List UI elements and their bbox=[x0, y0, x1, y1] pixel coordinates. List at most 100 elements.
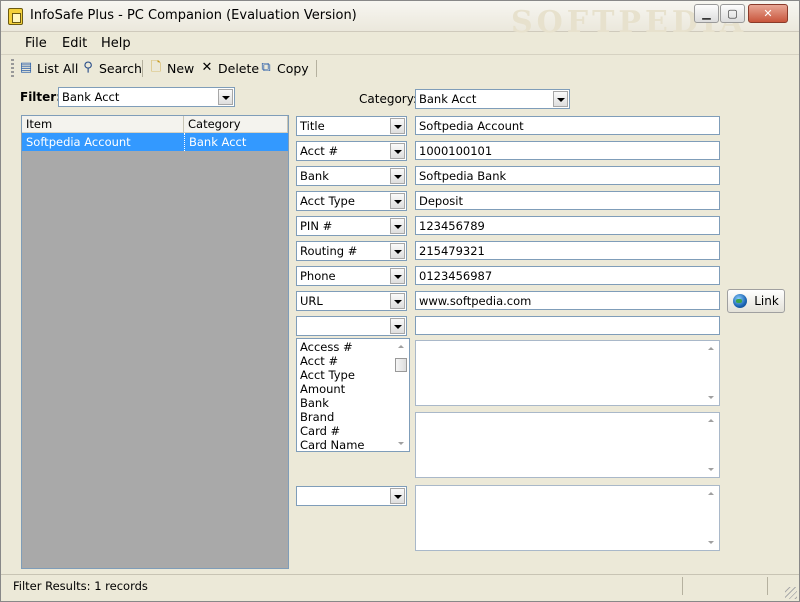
field-name-dropdown-acct[interactable]: Acct # bbox=[296, 141, 407, 161]
new-label: New bbox=[167, 60, 195, 76]
field-name-dropdown-acct-type[interactable]: Acct Type bbox=[296, 191, 407, 211]
search-label: Search bbox=[99, 60, 142, 76]
list-header: Item Category bbox=[22, 116, 288, 133]
field-name-listbox[interactable]: Access # Acct # Acct Type Amount Bank Br… bbox=[296, 338, 410, 452]
list-item[interactable]: Card # bbox=[300, 424, 340, 438]
notes-scrollbar[interactable] bbox=[704, 413, 719, 477]
chevron-down-icon[interactable] bbox=[390, 218, 405, 234]
list-item[interactable]: Bank bbox=[300, 396, 329, 410]
field-value-routing[interactable]: 215479321 bbox=[415, 241, 720, 260]
toolbar: ▤ List All ⚲ Search 🗋 New ✕ Delete ⧉ Cop… bbox=[1, 54, 799, 80]
status-text: Filter Results: 1 records bbox=[13, 579, 148, 593]
field-value-bank[interactable]: Softpedia Bank bbox=[415, 166, 720, 185]
delete-x-icon: ✕ bbox=[201, 60, 213, 75]
notes-area-3[interactable] bbox=[415, 485, 720, 551]
field-value-url[interactable]: www.softpedia.com bbox=[415, 291, 720, 310]
field-name-dropdown-url[interactable]: URL bbox=[296, 291, 407, 311]
title-bar[interactable]: InfoSafe Plus - PC Companion (Evaluation… bbox=[1, 1, 799, 40]
row-category-cell: Bank Acct bbox=[184, 133, 288, 151]
filter-dropdown[interactable]: Bank Acct bbox=[58, 87, 235, 107]
chevron-down-icon[interactable] bbox=[218, 89, 233, 105]
chevron-down-icon[interactable] bbox=[390, 293, 405, 309]
field-name-dropdown-empty[interactable] bbox=[296, 316, 407, 336]
new-document-icon: 🗋 bbox=[150, 60, 162, 75]
list-all-button[interactable]: ▤ List All bbox=[18, 58, 78, 78]
list-item[interactable]: Brand bbox=[300, 410, 334, 424]
field-value-empty[interactable] bbox=[415, 316, 720, 335]
notes-scrollbar[interactable] bbox=[704, 341, 719, 405]
scroll-up-icon[interactable] bbox=[708, 492, 714, 495]
menu-edit[interactable]: Edit bbox=[62, 36, 87, 51]
item-list[interactable]: Item Category Softpedia Account Bank Acc… bbox=[21, 115, 289, 569]
list-item[interactable]: Card Name bbox=[300, 438, 365, 452]
scroll-thumb[interactable] bbox=[395, 358, 407, 372]
field-name-value: URL bbox=[300, 294, 323, 308]
resize-grip-icon[interactable] bbox=[785, 587, 797, 599]
scroll-down-icon[interactable] bbox=[708, 396, 714, 399]
chevron-down-icon[interactable] bbox=[390, 168, 405, 184]
chevron-down-icon[interactable] bbox=[553, 91, 568, 107]
row-item-cell: Softpedia Account bbox=[26, 135, 131, 149]
window-title: InfoSafe Plus - PC Companion (Evaluation… bbox=[30, 8, 357, 23]
delete-button[interactable]: ✕ Delete bbox=[199, 58, 260, 78]
scroll-up-icon[interactable] bbox=[708, 419, 714, 422]
field-name-dropdown-bank[interactable]: Bank bbox=[296, 166, 407, 186]
field-value-acct[interactable]: 1000100101 bbox=[415, 141, 720, 160]
status-separator bbox=[767, 577, 768, 595]
table-row[interactable]: Softpedia Account Bank Acct bbox=[22, 133, 288, 151]
notes-area-1[interactable] bbox=[415, 340, 720, 406]
notes-area-2[interactable] bbox=[415, 412, 720, 478]
scroll-up-icon[interactable] bbox=[708, 347, 714, 350]
field-name-value: Acct # bbox=[300, 144, 339, 158]
status-separator bbox=[682, 577, 683, 595]
binoculars-icon: ⚲ bbox=[83, 60, 93, 75]
search-button[interactable]: ⚲ Search bbox=[80, 58, 142, 78]
scroll-down-icon[interactable] bbox=[708, 468, 714, 471]
chevron-down-icon[interactable] bbox=[390, 143, 405, 159]
category-label: Category: bbox=[359, 92, 417, 106]
toolbar-grip[interactable] bbox=[11, 59, 14, 77]
app-window: InfoSafe Plus - PC Companion (Evaluation… bbox=[0, 0, 800, 602]
field-name-dropdown-routing[interactable]: Routing # bbox=[296, 241, 407, 261]
field-name-value: Acct Type bbox=[300, 194, 355, 208]
globe-icon bbox=[733, 294, 748, 308]
maximize-button[interactable]: ▢ bbox=[720, 4, 745, 23]
menu-help[interactable]: Help bbox=[101, 36, 131, 51]
field-value-pin[interactable]: 123456789 bbox=[415, 216, 720, 235]
field-value-title[interactable]: Softpedia Account bbox=[415, 116, 720, 135]
category-dropdown[interactable]: Bank Acct bbox=[415, 89, 570, 109]
list-item[interactable]: Acct Type bbox=[300, 368, 355, 382]
field-value-acct-type[interactable]: Deposit bbox=[415, 191, 720, 210]
copy-icon: ⧉ bbox=[261, 60, 271, 75]
column-header-category[interactable]: Category bbox=[184, 116, 288, 133]
list-item[interactable]: Access # bbox=[300, 340, 353, 354]
notes-type-dropdown[interactable] bbox=[296, 486, 407, 506]
list-item[interactable]: Acct # bbox=[300, 354, 338, 368]
field-name-value: Routing # bbox=[300, 244, 358, 258]
field-name-dropdown-phone[interactable]: Phone bbox=[296, 266, 407, 286]
toolbar-separator bbox=[316, 60, 317, 77]
list-item[interactable]: Amount bbox=[300, 382, 345, 396]
minimize-button[interactable]: ▁ bbox=[694, 4, 719, 23]
app-lock-icon bbox=[8, 8, 23, 25]
notes-scrollbar[interactable] bbox=[704, 486, 719, 550]
field-value-phone[interactable]: 0123456987 bbox=[415, 266, 720, 285]
chevron-down-icon[interactable] bbox=[390, 118, 405, 134]
field-name-dropdown-title[interactable]: Title bbox=[296, 116, 407, 136]
listbox-scrollbar[interactable] bbox=[394, 339, 409, 451]
scroll-down-icon[interactable] bbox=[398, 442, 404, 445]
scroll-down-icon[interactable] bbox=[708, 541, 714, 544]
chevron-down-icon[interactable] bbox=[390, 318, 405, 334]
close-button[interactable]: ✕ bbox=[748, 4, 788, 23]
new-button[interactable]: 🗋 New bbox=[148, 58, 195, 78]
menu-file[interactable]: File bbox=[25, 36, 47, 51]
link-button[interactable]: Link bbox=[727, 289, 785, 313]
copy-button[interactable]: ⧉ Copy bbox=[258, 58, 308, 78]
field-name-dropdown-pin[interactable]: PIN # bbox=[296, 216, 407, 236]
scroll-up-icon[interactable] bbox=[398, 345, 404, 348]
column-header-item[interactable]: Item bbox=[22, 116, 184, 133]
chevron-down-icon[interactable] bbox=[390, 243, 405, 259]
chevron-down-icon[interactable] bbox=[390, 488, 405, 504]
chevron-down-icon[interactable] bbox=[390, 193, 405, 209]
chevron-down-icon[interactable] bbox=[390, 268, 405, 284]
